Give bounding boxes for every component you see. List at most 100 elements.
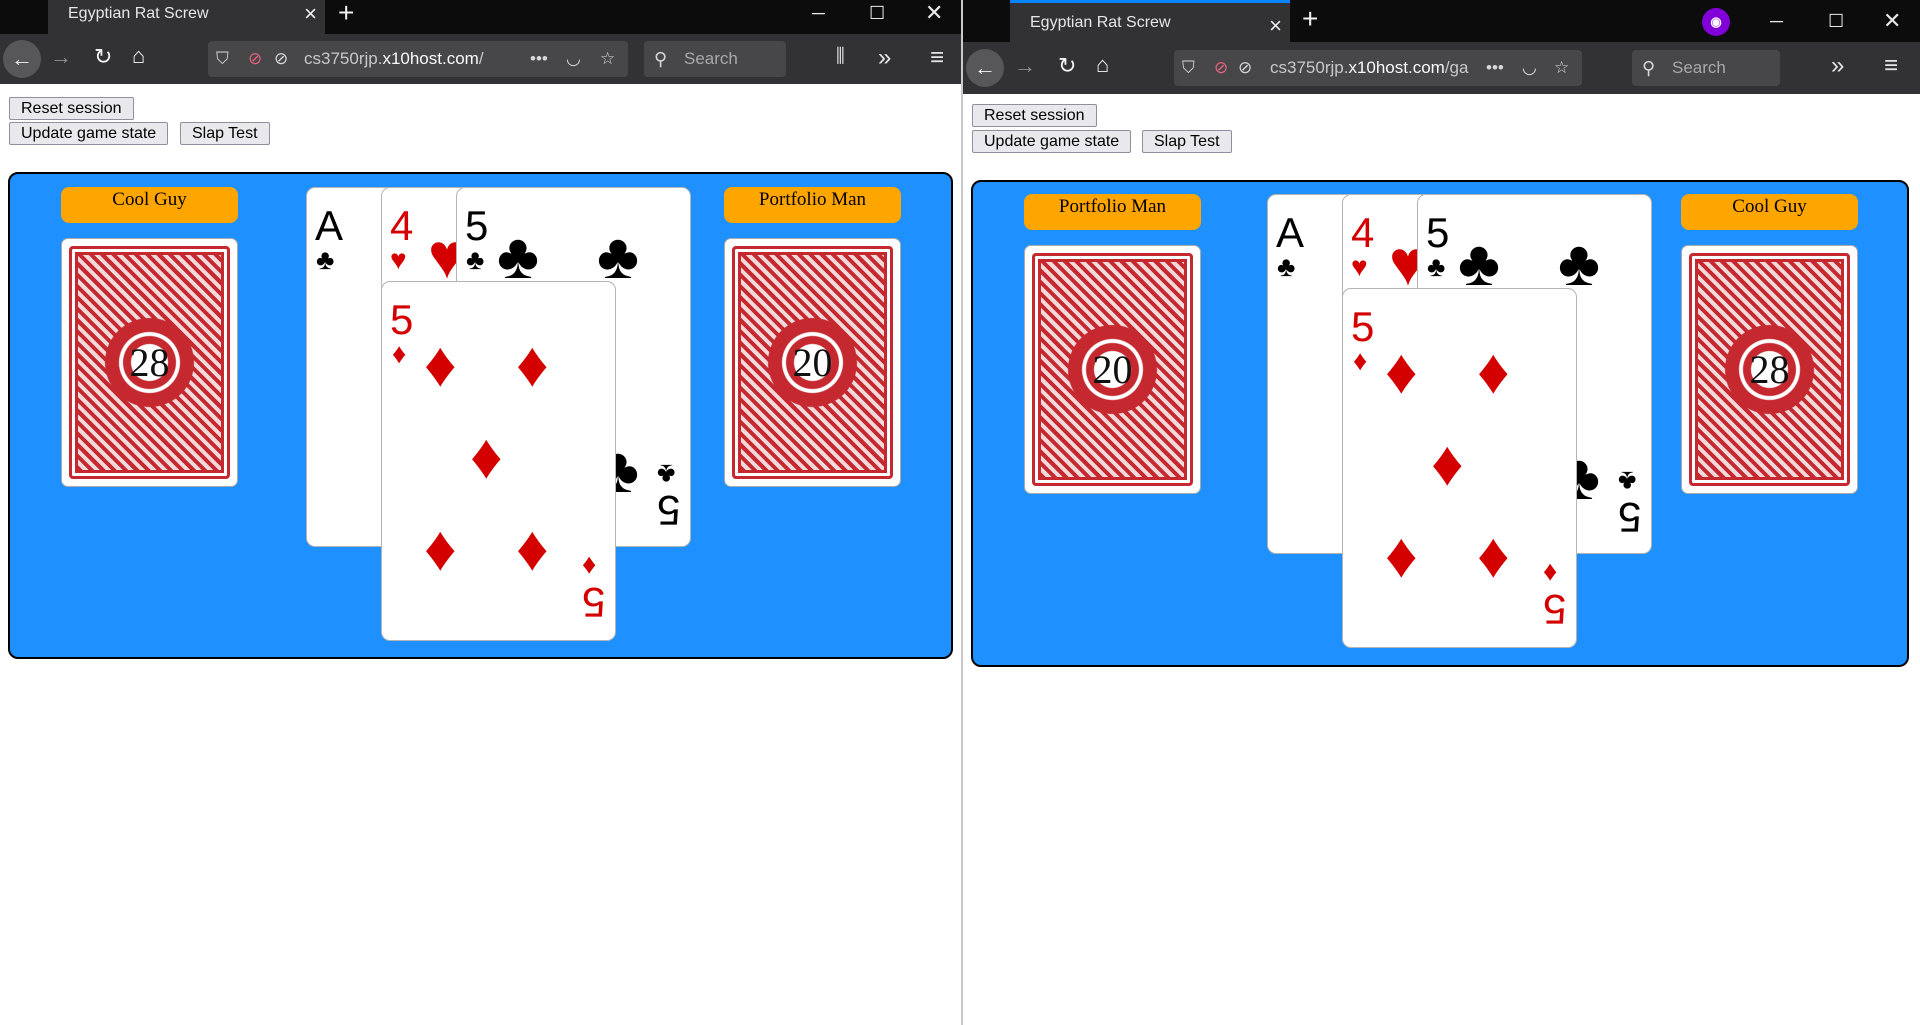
club-icon: ♣ — [1618, 466, 1637, 497]
pile-card-five-diamonds[interactable]: 5 ♦ ♦ ♦ ♦ ♦ ♦ ♦ 5 — [381, 281, 616, 641]
club-pip-icon: ♣ — [497, 220, 539, 292]
back-arrow-icon[interactable]: ← — [966, 49, 1004, 87]
shield-icon[interactable]: ⛉ — [216, 41, 229, 77]
page-actions-icon[interactable]: ••• — [530, 41, 548, 77]
club-icon: ♣ — [466, 244, 485, 275]
card-rank-inverted: 5 — [1618, 494, 1642, 541]
diamond-pip-icon: ♦ — [516, 512, 549, 584]
tab-egyptian-rat-screw[interactable]: Egyptian Rat Screw × — [1010, 0, 1290, 42]
url-bar[interactable]: ⛉ ⊘ ⊘ cs3750rjp.x10host.com/ga ••• ◡ ☆ — [1174, 50, 1582, 86]
permissions-icon[interactable]: ⊘ — [274, 41, 288, 77]
club-pip-icon: ♣ — [597, 220, 639, 292]
update-game-state-button[interactable]: Update game state — [972, 130, 1132, 153]
card-rank: 5 — [390, 296, 414, 343]
card-rank-inverted: 5 — [1543, 586, 1567, 633]
card-rank: A — [315, 202, 344, 249]
slap-test-button[interactable]: Slap Test — [180, 122, 270, 145]
close-window-icon[interactable]: ✕ — [925, 0, 943, 26]
diamond-pip-icon: ♦ — [424, 328, 457, 400]
search-bar[interactable]: ⚲ Search — [1632, 50, 1780, 86]
search-bar[interactable]: ⚲ Search — [644, 41, 786, 77]
reload-icon[interactable]: ↻ — [94, 44, 112, 70]
diamond-pip-icon: ♦ — [424, 512, 457, 584]
nav-toolbar: ← → ↻ ⌂ ⛉ ⊘ ⊘ cs3750rjp.x10host.com/ga •… — [962, 42, 1920, 94]
card-rank: 4 — [390, 202, 414, 249]
forward-arrow-icon[interactable]: → — [1014, 53, 1036, 79]
tab-egyptian-rat-screw[interactable]: Egyptian Rat Screw × — [48, 0, 325, 34]
chevrons-icon[interactable]: » — [878, 44, 891, 72]
player-name-right: Cool Guy — [1681, 194, 1858, 230]
heart-icon: ♥ — [1351, 251, 1368, 282]
url-prefix: cs3750rjp. — [304, 49, 383, 68]
player-name-right: Portfolio Man — [724, 187, 901, 223]
maximize-icon[interactable]: ☐ — [869, 0, 885, 26]
tracking-blocked-icon[interactable]: ⊘ — [1214, 50, 1228, 86]
player-deck-right[interactable]: 20 — [724, 238, 901, 487]
reset-session-button[interactable]: Reset session — [9, 97, 134, 120]
menu-icon[interactable]: ≡ — [1884, 52, 1898, 80]
pile-card-five-diamonds[interactable]: 5 ♦ ♦ ♦ ♦ ♦ ♦ ♦ 5 — [1342, 288, 1577, 648]
club-icon: ♣ — [1277, 251, 1296, 282]
club-icon: ♣ — [316, 244, 335, 275]
diamond-pip-icon: ♦ — [1477, 335, 1510, 407]
player-deck-right[interactable]: 28 — [1681, 245, 1858, 494]
minimize-icon[interactable]: ─ — [1770, 8, 1783, 34]
home-icon[interactable]: ⌂ — [132, 43, 145, 69]
diamond-pip-icon: ♦ — [516, 328, 549, 400]
shield-icon[interactable]: ⛉ — [1182, 50, 1195, 86]
url-suffix: / — [478, 49, 484, 68]
player-deck-left[interactable]: 20 — [1024, 245, 1201, 494]
player-name-left: Cool Guy — [61, 187, 238, 223]
card-rank: 5 — [1426, 209, 1450, 256]
new-tab-button[interactable]: + — [338, 0, 354, 27]
bookmark-star-icon[interactable]: ☆ — [600, 41, 615, 77]
card-rank: A — [1276, 209, 1305, 256]
diamond-pip-icon: ♦ — [1385, 519, 1418, 591]
forward-arrow-icon[interactable]: → — [50, 44, 72, 70]
menu-icon[interactable]: ≡ — [930, 44, 944, 72]
club-pip-icon: ♣ — [1458, 227, 1500, 299]
card-rank-inverted: 5 — [657, 487, 681, 534]
nav-toolbar: ← → ↻ ⌂ ⛉ ⊘ ⊘ cs3750rjp.x10host.com/ •••… — [0, 34, 962, 84]
new-tab-button[interactable]: + — [1302, 5, 1318, 33]
card-rank: 5 — [465, 202, 489, 249]
tab-strip: Egyptian Rat Screw × + ─ ☐ ✕ — [0, 0, 962, 34]
tab-strip: Egyptian Rat Screw × + ◉ ─ ☐ ✕ — [962, 0, 1920, 42]
pocket-icon[interactable]: ◡ — [566, 41, 581, 77]
player-deck-left[interactable]: 28 — [61, 238, 238, 487]
diamond-icon: ♦ — [1543, 558, 1558, 589]
card-count-right: 20 — [792, 339, 833, 385]
minimize-icon[interactable]: ─ — [812, 0, 825, 26]
permissions-icon[interactable]: ⊘ — [1238, 50, 1252, 86]
search-placeholder: Search — [1672, 58, 1726, 77]
game-board: Portfolio Man 20 Cool Guy 28 A ♣ 4 ♥ ♥ 5 — [971, 180, 1909, 667]
game-page: Reset session Update game state Slap Tes… — [962, 94, 1920, 1025]
page-actions-icon[interactable]: ••• — [1486, 50, 1504, 86]
card-rank: 5 — [1351, 303, 1375, 350]
home-icon[interactable]: ⌂ — [1096, 52, 1109, 78]
reload-icon[interactable]: ↻ — [1058, 53, 1076, 79]
chevrons-icon[interactable]: » — [1831, 52, 1844, 80]
browser-window-right: Egyptian Rat Screw × + ◉ ─ ☐ ✕ ← → ↻ ⌂ ⛉… — [962, 0, 1920, 1025]
tracking-blocked-icon[interactable]: ⊘ — [248, 41, 262, 77]
close-window-icon[interactable]: ✕ — [1883, 8, 1901, 34]
club-icon: ♣ — [657, 459, 676, 490]
back-arrow-icon[interactable]: ← — [3, 40, 41, 78]
tab-close-icon[interactable]: × — [304, 0, 317, 28]
url-prefix: cs3750rjp. — [1270, 58, 1349, 77]
window-divider — [961, 0, 963, 1025]
bookmark-star-icon[interactable]: ☆ — [1554, 50, 1569, 86]
reset-session-button[interactable]: Reset session — [972, 104, 1097, 127]
url-host: x10host.com — [1348, 58, 1445, 77]
url-bar[interactable]: ⛉ ⊘ ⊘ cs3750rjp.x10host.com/ ••• ◡ ☆ — [208, 41, 628, 77]
search-icon: ⚲ — [1642, 58, 1656, 78]
heart-icon: ♥ — [390, 244, 407, 275]
maximize-icon[interactable]: ☐ — [1828, 8, 1844, 34]
pocket-icon[interactable]: ◡ — [1522, 50, 1537, 86]
diamond-pip-icon: ♦ — [1431, 427, 1464, 499]
slap-test-button[interactable]: Slap Test — [1142, 130, 1232, 153]
update-game-state-button[interactable]: Update game state — [9, 122, 169, 145]
library-icon[interactable]: ⫼ — [836, 46, 845, 68]
diamond-pip-icon: ♦ — [1477, 519, 1510, 591]
search-placeholder: Search — [684, 49, 738, 68]
